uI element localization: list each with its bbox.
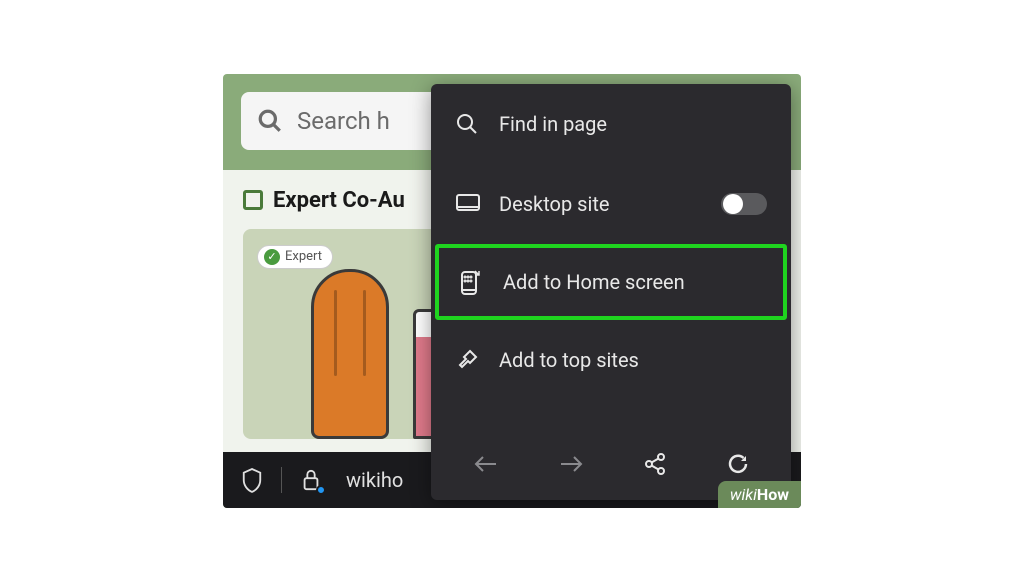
shield-icon[interactable] <box>241 467 263 493</box>
section-title: Expert Co-Au <box>273 188 405 213</box>
overflow-menu: Find in page Desktop site <box>431 84 791 500</box>
search-icon <box>257 108 283 134</box>
menu-label: Desktop site <box>499 192 721 216</box>
reload-icon[interactable] <box>726 452 750 476</box>
menu-label: Find in page <box>499 112 767 136</box>
watermark-suffix: How <box>757 485 789 504</box>
menu-label: Add to top sites <box>499 348 767 372</box>
search-icon <box>455 112 499 136</box>
menu-add-to-home-screen[interactable]: Add to Home screen <box>435 244 787 320</box>
expert-badge: ✓ Expert <box>257 245 333 269</box>
search-placeholder: Search h <box>297 107 390 135</box>
check-icon: ✓ <box>264 249 280 265</box>
screenshot-frame: Search h Expert Co-Au ✓ Expert <box>223 74 801 508</box>
forward-icon[interactable] <box>558 453 584 475</box>
menu-desktop-site[interactable]: Desktop site <box>431 164 791 244</box>
back-icon[interactable] <box>473 453 499 475</box>
bookmark-icon <box>243 190 263 210</box>
share-icon[interactable] <box>643 452 667 476</box>
desktop-toggle[interactable] <box>721 193 767 215</box>
watermark-prefix: wiki <box>730 485 757 504</box>
divider <box>281 467 282 493</box>
menu-add-to-top-sites[interactable]: Add to top sites <box>431 320 791 400</box>
notification-dot <box>316 485 326 495</box>
pin-icon <box>455 348 499 372</box>
lock-icon[interactable] <box>300 467 322 493</box>
url-text[interactable]: wikiho <box>346 468 403 492</box>
wikihow-watermark: wikiHow <box>718 481 801 508</box>
desktop-icon <box>455 193 499 215</box>
menu-label: Add to Home screen <box>503 270 763 294</box>
popsicle-illustration <box>311 269 389 439</box>
expert-badge-label: Expert <box>285 249 322 264</box>
menu-find-in-page[interactable]: Find in page <box>431 84 791 164</box>
add-home-icon <box>459 268 503 296</box>
